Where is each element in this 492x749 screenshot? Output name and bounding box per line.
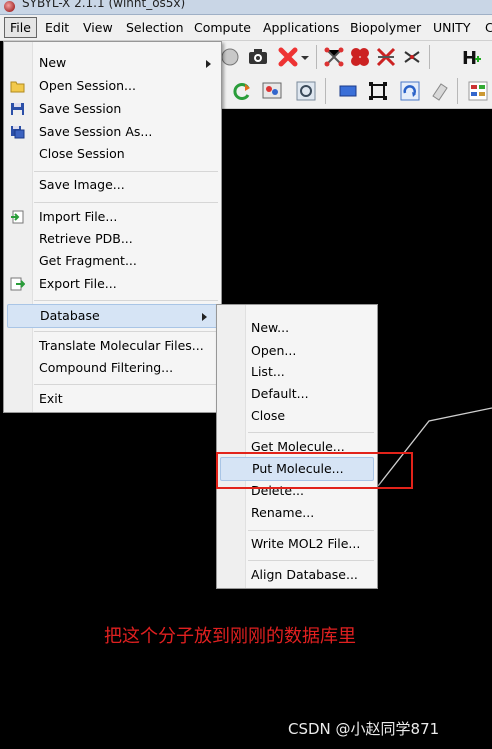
compound-filtering-label: Compound Filtering... xyxy=(39,360,174,375)
import-file-label: Import File... xyxy=(39,209,118,224)
import-file-icon xyxy=(11,210,24,224)
db-menu-write-mol2[interactable]: Write MOL2 File... xyxy=(217,533,377,555)
db-menu-rename[interactable]: Rename... xyxy=(217,502,377,524)
file-menu-translate-files[interactable]: Translate Molecular Files... xyxy=(4,335,221,357)
file-menu-new[interactable]: New xyxy=(4,52,221,74)
db-menu-list[interactable]: List... xyxy=(217,361,377,383)
menu-separator xyxy=(248,560,374,561)
submenu-arrow-icon xyxy=(202,313,207,321)
db-menu-close[interactable]: Close xyxy=(217,405,377,427)
file-menu-import-file[interactable]: Import File... xyxy=(4,206,221,228)
db-menu-align-database[interactable]: Align Database... xyxy=(217,564,377,586)
submenu-arrow-icon xyxy=(206,60,211,68)
file-menu-export-file[interactable]: Export File... xyxy=(4,273,221,295)
new-label: New xyxy=(39,55,67,70)
db-menu-new[interactable]: New... xyxy=(217,317,377,339)
open-session-label: Open Session... xyxy=(39,78,136,93)
save-session-label: Save Session xyxy=(39,101,122,116)
file-menu-save-session[interactable]: Save Session xyxy=(4,98,221,120)
file-menu-get-fragment[interactable]: Get Fragment... xyxy=(4,250,221,272)
db-write-mol2-label: Write MOL2 File... xyxy=(251,536,361,551)
file-menu-close-session[interactable]: Close Session xyxy=(4,143,221,165)
db-rename-label: Rename... xyxy=(251,505,315,520)
file-menu-open-session[interactable]: Open Session... xyxy=(4,75,221,97)
folder-icon xyxy=(10,81,25,93)
save-session-as-label: Save Session As... xyxy=(39,124,153,139)
file-menu: New Open Session... Save Session Save Se… xyxy=(3,41,222,413)
file-menu-compound-filtering[interactable]: Compound Filtering... xyxy=(4,357,221,379)
db-menu-open[interactable]: Open... xyxy=(217,340,377,362)
file-menu-save-session-as[interactable]: Save Session As... xyxy=(4,121,221,143)
db-open-label: Open... xyxy=(251,343,297,358)
file-menu-save-image[interactable]: Save Image... xyxy=(4,174,221,196)
menu-separator xyxy=(34,300,218,301)
get-fragment-label: Get Fragment... xyxy=(39,253,137,268)
file-menu-retrieve-pdb[interactable]: Retrieve PDB... xyxy=(4,228,221,250)
database-label: Database xyxy=(40,308,100,323)
db-list-label: List... xyxy=(251,364,285,379)
menu-separator xyxy=(34,171,218,172)
db-default-label: Default... xyxy=(251,386,309,401)
database-submenu: New... Open... List... Default... Close … xyxy=(216,304,378,589)
export-file-label: Export File... xyxy=(39,276,117,291)
file-menu-database[interactable]: Database xyxy=(7,304,218,328)
watermark: CSDN @小赵同学871 xyxy=(288,720,440,738)
highlight-box xyxy=(216,452,413,489)
menu-separator xyxy=(34,384,218,385)
floppy-disk-icon xyxy=(11,103,24,115)
close-session-label: Close Session xyxy=(39,146,125,161)
db-align-database-label: Align Database... xyxy=(251,567,358,582)
db-close-label: Close xyxy=(251,408,286,423)
save-image-label: Save Image... xyxy=(39,177,125,192)
menu-separator xyxy=(248,530,374,531)
annotation-text: 把这个分子放到刚刚的数据库里 xyxy=(104,626,356,647)
exit-label: Exit xyxy=(39,391,63,406)
retrieve-pdb-label: Retrieve PDB... xyxy=(39,231,133,246)
export-file-icon xyxy=(10,277,25,291)
db-menu-default[interactable]: Default... xyxy=(217,383,377,405)
menu-separator xyxy=(248,432,374,433)
db-new-label: New... xyxy=(251,320,290,335)
menu-separator xyxy=(34,202,218,203)
file-menu-exit[interactable]: Exit xyxy=(4,388,221,410)
save-as-icon xyxy=(11,126,25,139)
translate-files-label: Translate Molecular Files... xyxy=(39,338,204,353)
menu-separator xyxy=(34,331,218,332)
